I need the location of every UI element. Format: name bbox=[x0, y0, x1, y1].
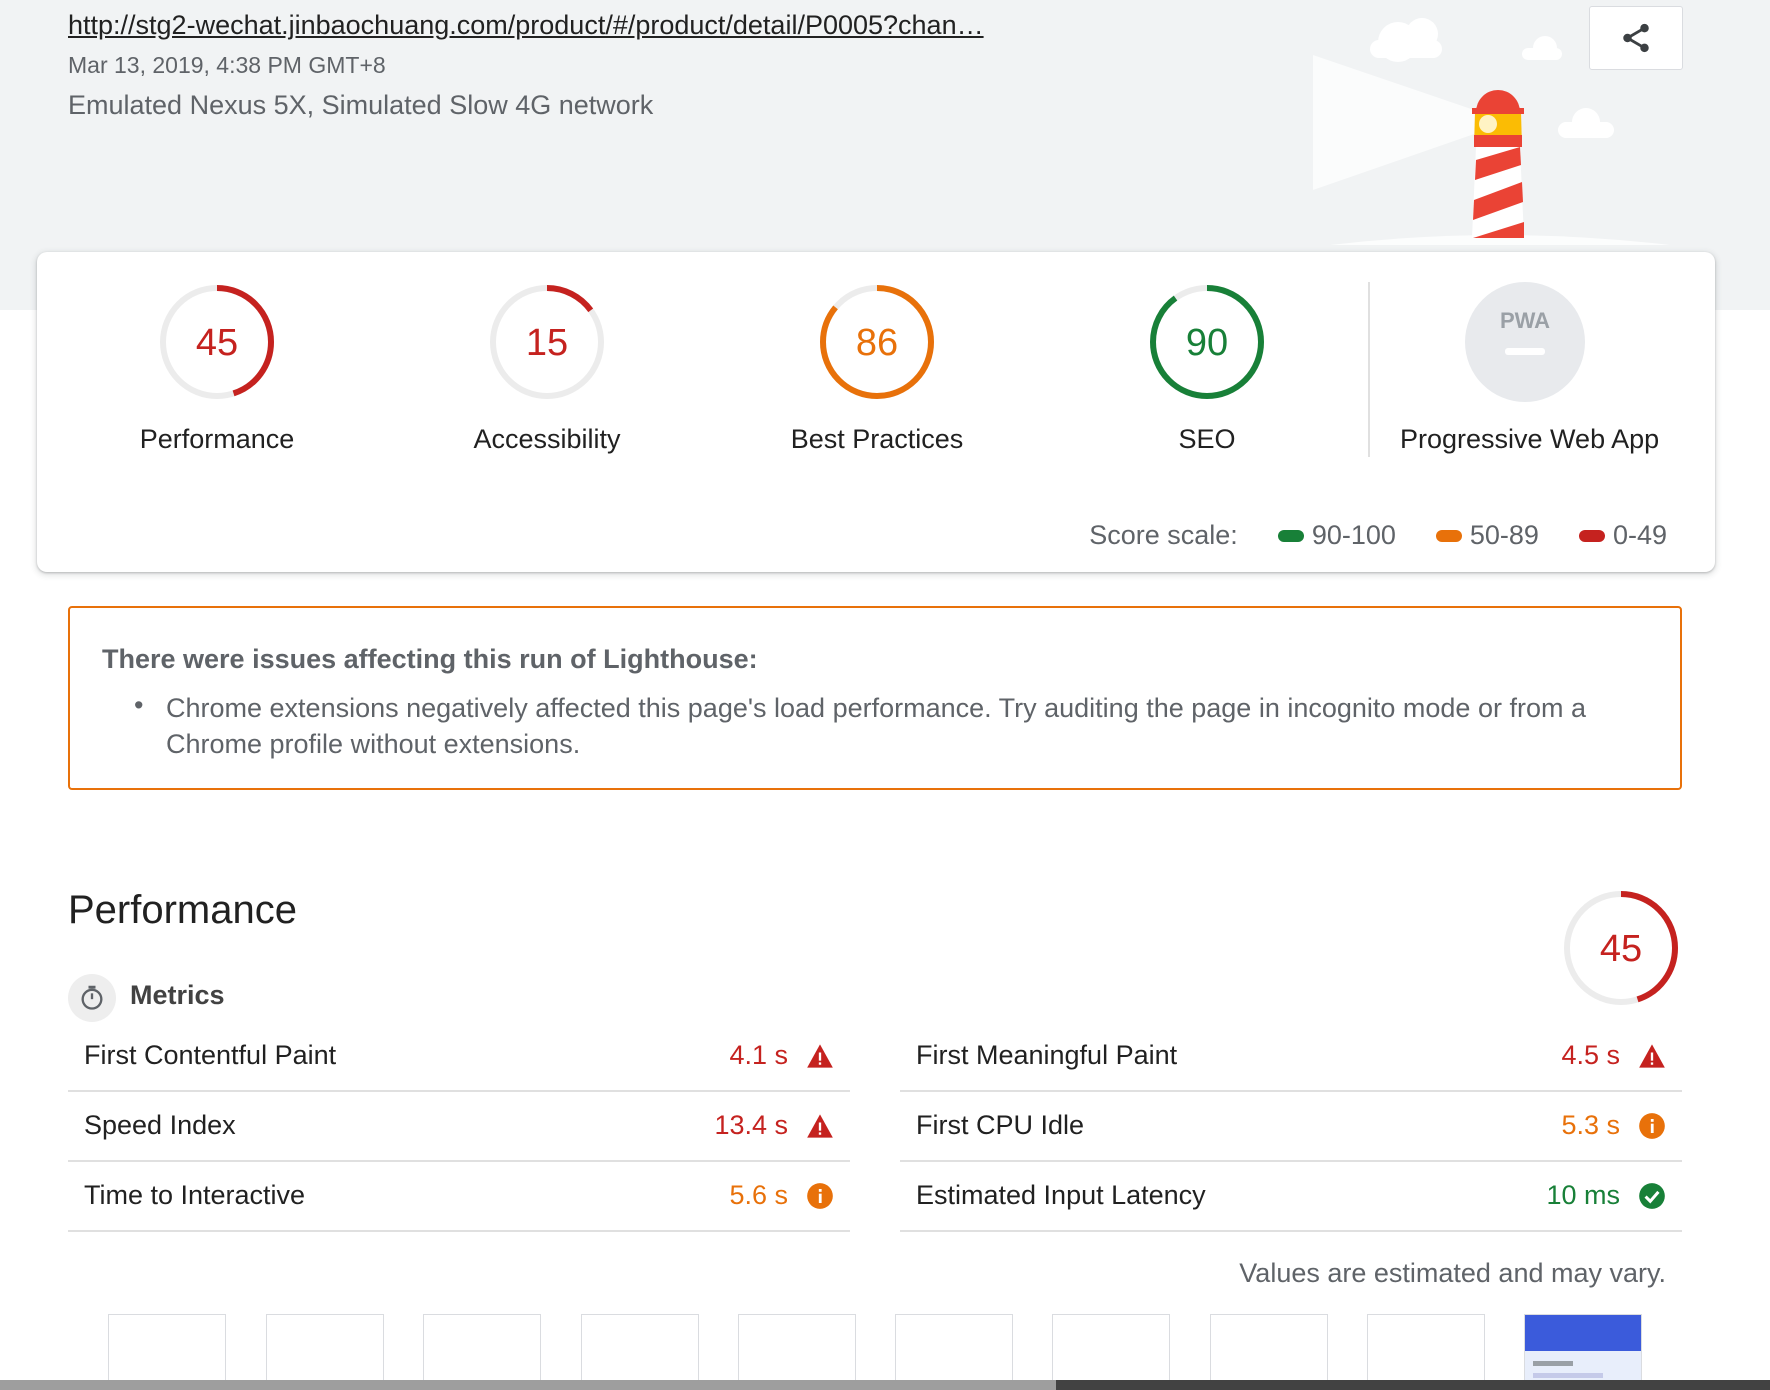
filmstrip-frame bbox=[108, 1314, 226, 1390]
horizontal-scrollbar[interactable] bbox=[0, 1380, 1770, 1390]
filmstrip-frame bbox=[1367, 1314, 1485, 1390]
gauge-seo[interactable]: 90 SEO bbox=[1082, 282, 1332, 455]
metric-row: First Contentful Paint 4.1 s bbox=[68, 1022, 850, 1092]
score-gauge-ring: 86 bbox=[820, 285, 934, 399]
warnings-title: There were issues affecting this run of … bbox=[102, 644, 758, 674]
metric-row: First CPU Idle 5.3 s bbox=[900, 1092, 1682, 1162]
environment-info: Emulated Nexus 5X, Simulated Slow 4G net… bbox=[68, 90, 654, 120]
warning-item: Chrome extensions negatively affected th… bbox=[166, 693, 1586, 759]
gauge-best-practices[interactable]: 86 Best Practices bbox=[752, 282, 1002, 455]
gauge-label: Accessibility bbox=[473, 424, 621, 454]
gauge-performance[interactable]: 45 Performance bbox=[92, 282, 342, 455]
metric-row: First Meaningful Paint 4.5 s bbox=[900, 1022, 1682, 1092]
filmstrip-frame bbox=[738, 1314, 856, 1390]
filmstrip-frame bbox=[581, 1314, 699, 1390]
filmstrip-frame bbox=[1210, 1314, 1328, 1390]
filmstrip-frame bbox=[895, 1314, 1013, 1390]
bullet-icon: • bbox=[134, 690, 144, 720]
stopwatch-icon bbox=[68, 974, 116, 1022]
score-scale-label: Score scale: bbox=[1089, 520, 1238, 550]
performance-section-gauge[interactable]: 45 bbox=[1563, 890, 1679, 1011]
score-value: 86 bbox=[856, 322, 898, 364]
pwa-badge-icon: PWA bbox=[1465, 282, 1585, 402]
metric-row: Time to Interactive 5.6 s bbox=[68, 1162, 850, 1232]
gauge-divider bbox=[1368, 282, 1370, 457]
gauge-label: SEO bbox=[1178, 424, 1236, 454]
metrics-heading: Metrics bbox=[130, 980, 225, 1010]
metric-label: First CPU Idle bbox=[916, 1110, 1085, 1140]
scores-summary-card: 45 Performance 15 Accessibility 86 Best Pract… bbox=[37, 252, 1715, 572]
scale-item-average: 50-89 bbox=[1435, 520, 1539, 551]
metric-label: Estimated Input Latency bbox=[916, 1180, 1206, 1210]
gauge-label: Performance bbox=[139, 424, 295, 454]
metric-row: Speed Index 13.4 s bbox=[68, 1092, 850, 1162]
score-value: 45 bbox=[196, 322, 238, 364]
scale-item-pass: 90-100 bbox=[1277, 520, 1396, 551]
metric-value: 4.5 s bbox=[1561, 1040, 1620, 1070]
metrics-estimate-note: Values are estimated and may vary. bbox=[1239, 1258, 1666, 1288]
lighthouse-illustration bbox=[1313, 18, 1670, 245]
score-gauge-ring: 90 bbox=[1150, 285, 1264, 399]
metric-label: First Meaningful Paint bbox=[916, 1040, 1178, 1070]
check-icon bbox=[1638, 1182, 1666, 1210]
warning-icon bbox=[806, 1112, 834, 1140]
metric-value: 5.3 s bbox=[1561, 1110, 1620, 1140]
score-value: 15 bbox=[526, 322, 568, 364]
metric-label: Speed Index bbox=[84, 1110, 236, 1140]
score-scale: Score scale: 90-100 50-89 0-49 bbox=[1089, 520, 1667, 551]
score-gauge-ring: 15 bbox=[490, 285, 604, 399]
filmstrip-frame bbox=[423, 1314, 541, 1390]
warning-icon bbox=[1638, 1042, 1666, 1070]
gauge-pwa[interactable]: PWA Progressive Web App bbox=[1400, 282, 1660, 455]
scale-item-fail: 0-49 bbox=[1578, 520, 1667, 551]
svg-text:PWA: PWA bbox=[1500, 308, 1550, 333]
gauge-label-pwa: Progressive Web App bbox=[1400, 424, 1660, 454]
filmstrip-frame bbox=[1052, 1314, 1170, 1390]
metric-value: 4.1 s bbox=[729, 1040, 788, 1070]
metric-row: Estimated Input Latency 10 ms bbox=[900, 1162, 1682, 1232]
report-date: Mar 13, 2019, 4:38 PM GMT+8 bbox=[68, 52, 386, 78]
metric-value: 5.6 s bbox=[729, 1180, 788, 1210]
metric-value: 10 ms bbox=[1546, 1180, 1620, 1210]
gauge-label: Best Practices bbox=[790, 424, 964, 454]
info-icon bbox=[1638, 1112, 1666, 1140]
info-icon bbox=[806, 1182, 834, 1210]
performance-section-score: 45 bbox=[1600, 928, 1642, 970]
score-gauge-ring: 45 bbox=[160, 285, 274, 399]
page-url-link[interactable]: http://stg2-wechat.jinbaochuang.com/prod… bbox=[68, 10, 984, 41]
filmstrip-frame bbox=[266, 1314, 384, 1390]
filmstrip-frame-loaded bbox=[1524, 1314, 1642, 1390]
performance-section-title: Performance bbox=[68, 888, 297, 932]
metric-value: 13.4 s bbox=[714, 1110, 788, 1140]
score-value: 90 bbox=[1186, 322, 1228, 364]
runtime-warnings-box: There were issues affecting this run of … bbox=[68, 606, 1682, 790]
metric-label: Time to Interactive bbox=[84, 1180, 306, 1210]
scrollbar-thumb[interactable] bbox=[1056, 1380, 1770, 1390]
warning-icon bbox=[806, 1042, 834, 1070]
metric-label: First Contentful Paint bbox=[84, 1040, 337, 1070]
gauge-accessibility[interactable]: 15 Accessibility bbox=[422, 282, 672, 455]
